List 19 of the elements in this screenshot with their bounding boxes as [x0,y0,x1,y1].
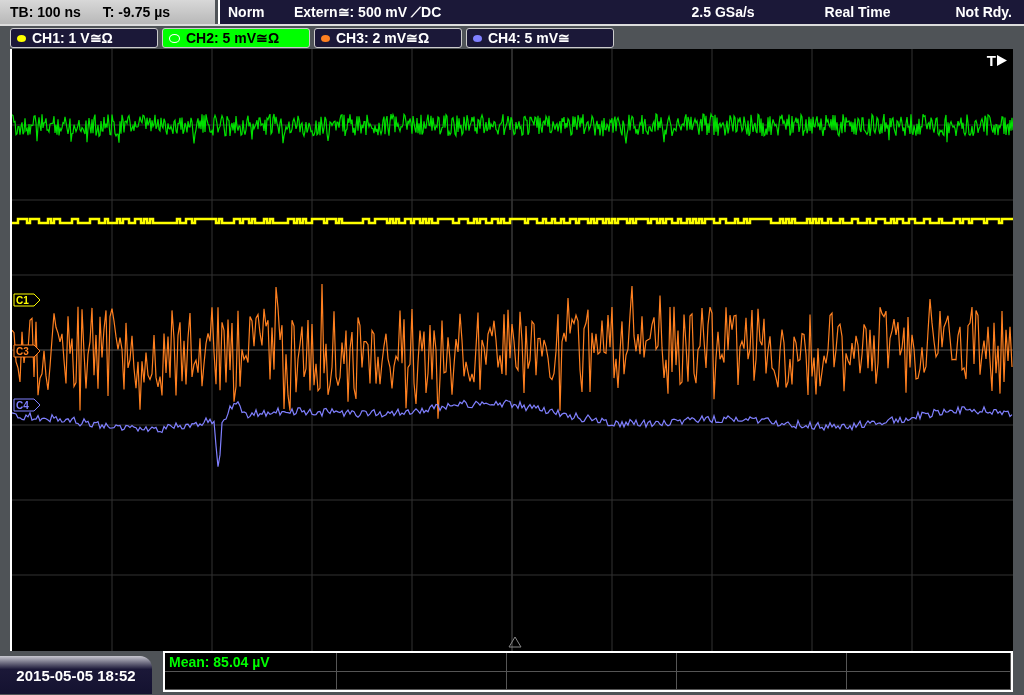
trigger-point-icon [508,636,522,648]
play-triangle-icon [997,55,1007,66]
channel-marker[interactable]: C3 [13,344,41,358]
channel-marker[interactable]: C4 [13,398,41,412]
trigger-label: T [986,52,996,69]
channel-tab[interactable]: CH1: 1 V≅Ω [10,28,158,48]
trigger-settings: Extern≅: 500 mV ⟋DC [294,3,442,21]
channel-tab[interactable]: CH4: 5 mV≅ [466,28,614,48]
channel-tab[interactable]: CH3: 2 mV≅Ω [314,28,462,48]
channel-tab[interactable]: CH2: 5 mV≅Ω [162,28,310,48]
acquisition-mode: Real Time [824,4,891,20]
measurement-result: Mean: 85.04 µV [165,653,337,672]
date-time: 2015-05-05 18:52 [0,656,152,694]
trigger-mode: Norm [228,4,266,20]
timebase-readout: TB: 100 ns [10,4,81,20]
status-readout: Not Rdy. [955,4,1012,20]
sample-rate: 2.5 GSa/s [691,4,755,20]
channel-marker[interactable]: C1 [13,293,41,307]
trigger-time-readout: T: -9.75 µs [102,4,171,20]
